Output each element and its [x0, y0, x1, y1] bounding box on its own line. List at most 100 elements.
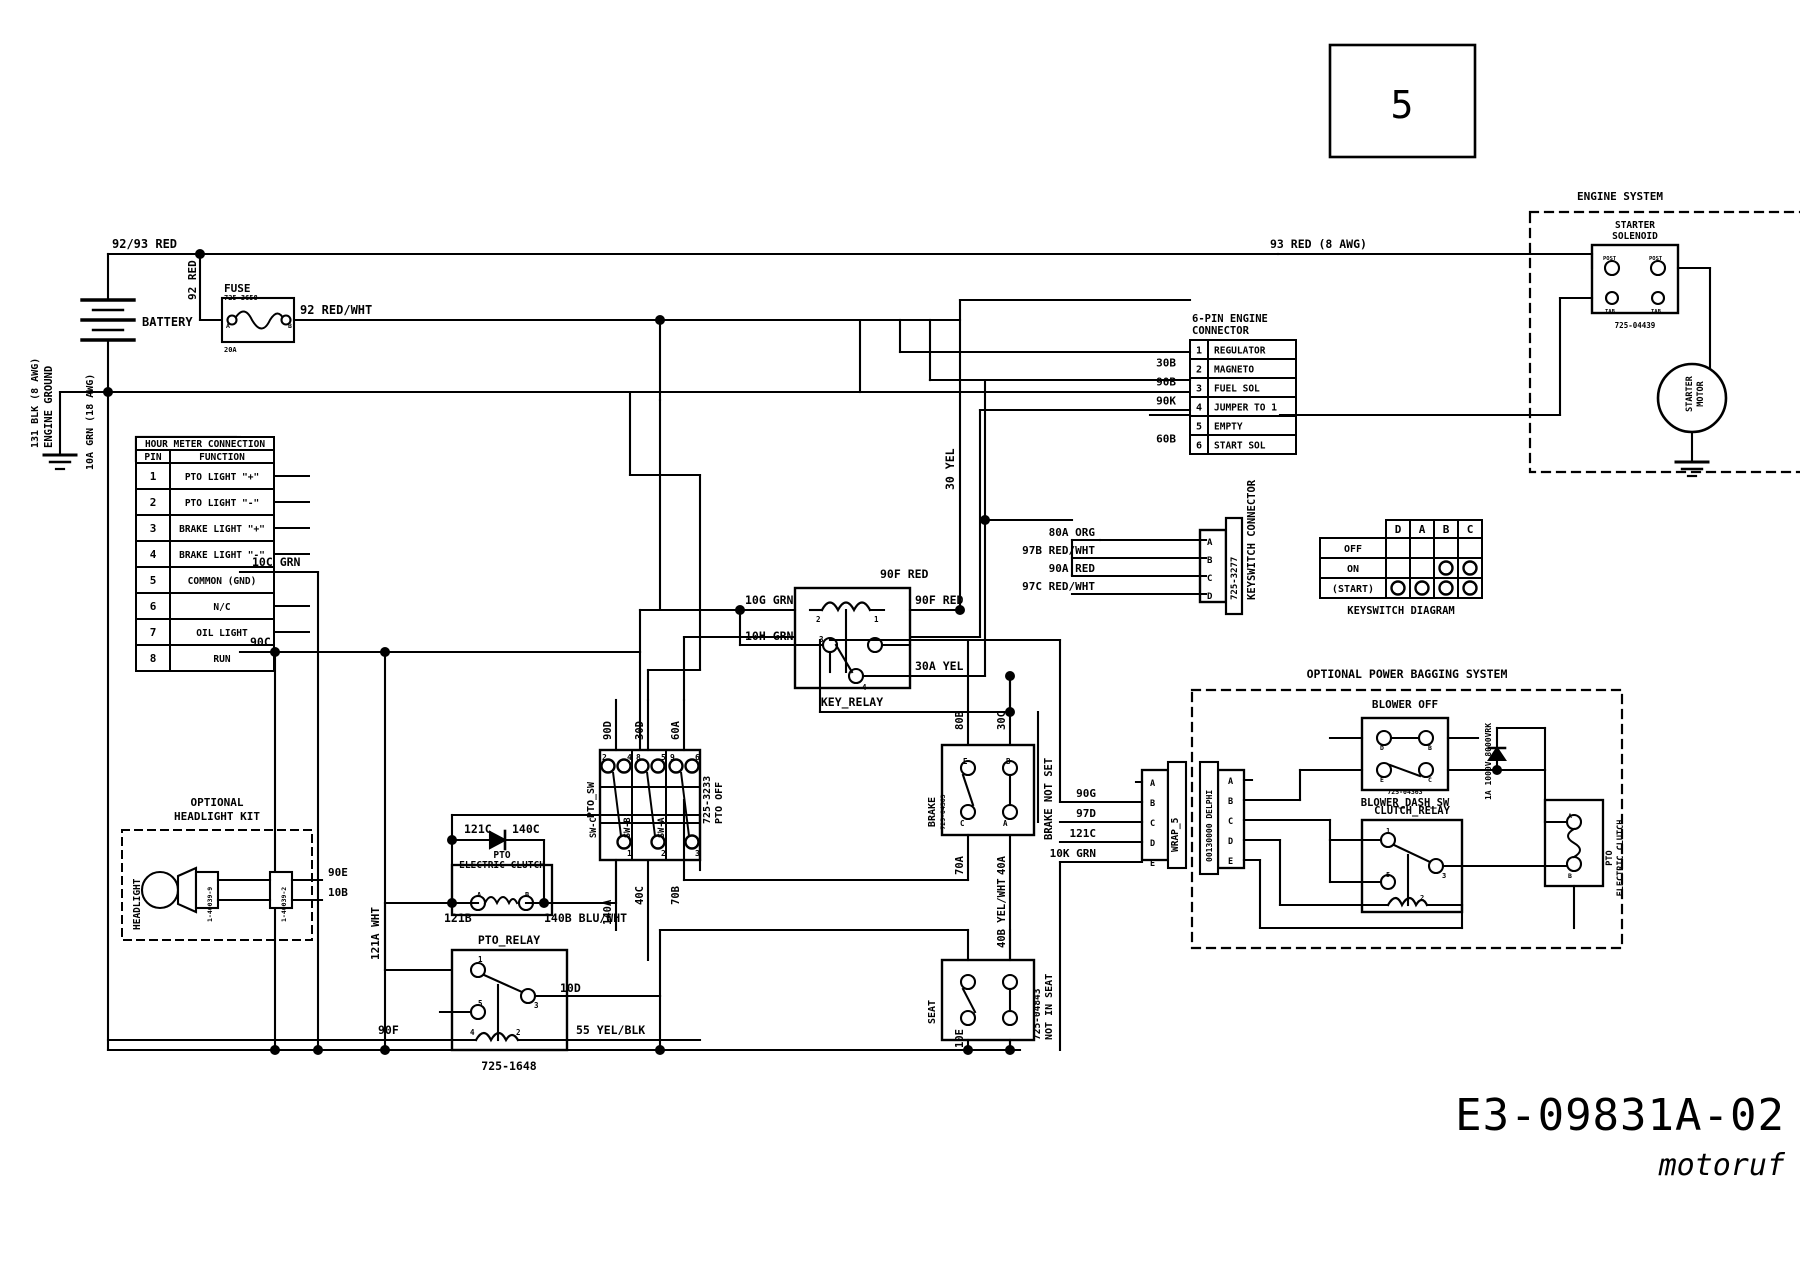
label-delphi-pin-E: E [1228, 857, 1233, 867]
label-engine-ground: ENGINE GROUND [43, 366, 55, 448]
pto-relay-pin-3[interactable] [519, 987, 537, 1005]
label-92-red: 92 RED [186, 260, 199, 300]
label-pto-sw: PTO_SW [586, 781, 597, 818]
keyswitch-cell [1433, 537, 1459, 559]
label-cr-pin-2: 2 [1420, 894, 1424, 902]
label-30-yel: 30 YEL [943, 448, 957, 490]
bagging-clutch-pin-b [1565, 855, 1583, 873]
seat-contact-3[interactable] [1001, 973, 1019, 991]
label-sol-tab-2: TAB [1651, 309, 1662, 315]
label-blower-pin-b: B [1428, 744, 1432, 752]
hour-meter-fn-2: PTO LIGHT "-" [185, 498, 259, 509]
engine-connector-fn-2: MAGNETO [1214, 365, 1254, 376]
label-keyrelay-pin2: 2 [816, 615, 821, 624]
solenoid-tab-2 [1650, 290, 1666, 306]
keyswitch-col-C: C [1467, 523, 1474, 536]
engine-connector-pin-6: 6 [1196, 441, 1202, 452]
label-10e: 10E [954, 1029, 966, 1048]
label-pto-sw-part: 725-3233 [702, 776, 713, 824]
hour-meter-pin-8: 8 [150, 652, 157, 665]
junction-dot [380, 1045, 390, 1055]
label-90f: 90F [378, 1023, 399, 1037]
label-10d: 10D [560, 981, 581, 995]
engine-connector-fn-5: EMPTY [1214, 422, 1243, 433]
hour-meter-pin-3: 3 [150, 522, 157, 535]
label-brake-part: 725-04363 [939, 794, 947, 829]
engine-connector-pin-3: 3 [1196, 384, 1202, 395]
label-seat-part: 725-04843 [1032, 988, 1043, 1040]
keyswitch-cell [1409, 537, 1435, 559]
seat-contact-1[interactable] [959, 973, 977, 991]
solenoid-tab-1 [1604, 290, 1620, 306]
hour-meter-pin-7: 7 [150, 626, 157, 639]
label-seat-state: NOT IN SEAT [1044, 974, 1055, 1040]
clutch-relay-pin-3[interactable] [1427, 857, 1445, 875]
wire-label-30B: 30B [1156, 357, 1176, 370]
label-wrap5: WRAP_5 [1170, 817, 1181, 852]
junction-dot [313, 1045, 323, 1055]
label-30d: 30D [634, 721, 646, 740]
pto-sw-pin-bot-2: 2 [661, 849, 666, 858]
blower-pin-b[interactable] [1417, 729, 1435, 747]
label-keyswitch-pin-C: C [1207, 574, 1212, 584]
label-90g: 90G [1076, 787, 1096, 800]
seat-contact-4[interactable] [1001, 1009, 1019, 1027]
label-90e: 90E [328, 866, 348, 879]
label-30c: 30C [996, 711, 1008, 730]
label-cr-pin-1: 1 [1386, 827, 1390, 835]
label-92-93-red: 92/93 RED [112, 237, 177, 251]
label-solenoid-part: 725-04439 [1615, 321, 1656, 330]
label-clutch-pin-b: B [525, 891, 529, 899]
label-bag-clutch-2: ELECTRIC CLUTCH [1616, 820, 1626, 897]
label-10h-grn: 10H GRN [745, 629, 794, 643]
blower-pin-d[interactable] [1375, 729, 1393, 747]
label-kc-wire-2: 90A RED [1049, 562, 1096, 575]
label-starter-motor-1: STARTER [1685, 375, 1695, 412]
engine-connector-title-2: CONNECTOR [1192, 325, 1250, 337]
seat-switch-body[interactable] [940, 958, 1036, 1042]
label-headlight-conn-left: 1-40039-9 [206, 887, 214, 922]
sheet-number: 5 [1391, 83, 1414, 127]
label-kc-wire-0: 80A ORG [1049, 526, 1096, 539]
pto-sw-contact-bottom-2 [684, 834, 700, 850]
wire-label-60B: 60B [1156, 433, 1176, 446]
keyswitch-col-D: D [1395, 523, 1402, 536]
hour-meter-pin-1: 1 [150, 470, 157, 483]
label-brake-pin-b: B [1006, 757, 1011, 766]
hour-meter-fn-3: BRAKE LIGHT "+" [179, 524, 265, 535]
label-keyswitch-part: 725-3277 [1230, 557, 1240, 600]
label-90f-red: 90F RED [915, 593, 964, 607]
pto-electric-clutch-body [450, 863, 554, 917]
hour-meter-col-pin: PIN [144, 452, 161, 463]
engine-connector-pin-4: 4 [1196, 403, 1202, 414]
label-relay-pin1: 1 [478, 955, 483, 964]
label-blower-sw-part: 725-04363 [1387, 788, 1422, 796]
seat-contact-2[interactable] [959, 1009, 977, 1027]
label-keyswitch-connector: KEYSWITCH CONNECTOR [1246, 479, 1258, 600]
label-92-red-wht: 92 RED/WHT [300, 303, 372, 317]
label-brake: BRAKE [927, 797, 938, 827]
label-blower-pin-e: E [1380, 776, 1384, 784]
label-battery: BATTERY [142, 315, 193, 329]
engine-connector-pin-1: 1 [1196, 346, 1202, 357]
label-blower-pin-d: D [1380, 744, 1384, 752]
brake-switch-body[interactable] [940, 743, 1036, 837]
label-10b: 10B [328, 886, 348, 899]
label-121c: 121C [464, 822, 492, 836]
hour-meter-pin-5: 5 [150, 574, 157, 587]
brake-pin-c-contact[interactable] [959, 803, 977, 821]
engine-connector-fn-4: JUMPER TO 1 [1214, 403, 1277, 414]
solenoid-post-2 [1649, 259, 1667, 277]
headlight-lamp-icon [140, 870, 180, 910]
label-kc-wire-3: 97C RED/WHT [1022, 580, 1095, 593]
label-pto-relay: PTO_RELAY [478, 933, 540, 948]
label-bag-clutch-1: PTO [1605, 850, 1615, 865]
blower-pin-c[interactable] [1417, 761, 1435, 779]
brake-pin-a-contact[interactable] [1001, 803, 1019, 821]
label-10k-grn: 10K GRN [1050, 847, 1096, 860]
junction-dot [270, 1045, 280, 1055]
label-keyrelay-pin4: 4 [862, 683, 867, 692]
label-pto-relay-part: 725-1648 [481, 1059, 536, 1073]
label-delphi-pin-B: B [1228, 797, 1233, 807]
blower-dash-switch-body[interactable] [1360, 716, 1450, 792]
